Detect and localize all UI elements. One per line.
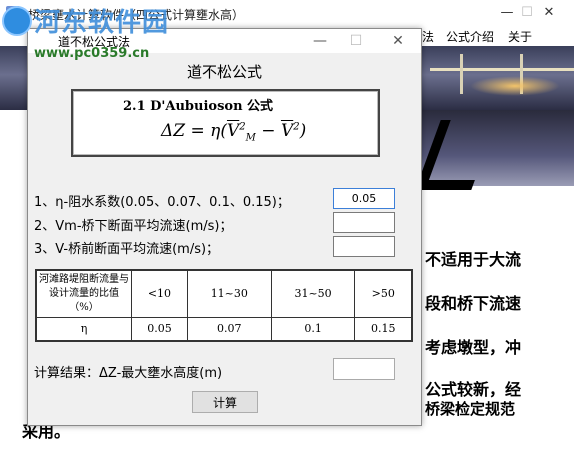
table-row: η 0.05 0.07 0.1 0.15	[35, 316, 413, 342]
formula-sub-m: M	[245, 132, 256, 144]
eta-input[interactable]	[333, 188, 395, 209]
formula-title: 2.1 D'Aubuioson 公式	[123, 99, 274, 114]
v-input[interactable]	[333, 236, 395, 257]
eta-reference-table: 河滩路堤阻断流量与设计流量的比值（%） <10 11~30 31~50 >50 …	[35, 269, 413, 342]
formula-minus: −	[255, 121, 281, 141]
dialog-maximize-button[interactable]: ☐	[346, 31, 366, 51]
formula-square: 2	[239, 121, 246, 133]
param-label-v: 3、V-桥前断面平均流速(m/s)；	[34, 242, 220, 257]
intro-text-line: 考虑墩型，冲	[425, 338, 522, 357]
formula-image: 2.1 D'Aubuioson 公式 ΔZ = η(V2M − V2)	[71, 89, 380, 157]
dialog-close-button[interactable]: ✕	[388, 31, 408, 51]
vm-input[interactable]	[333, 212, 395, 233]
menu-item-about[interactable]: 关于	[508, 28, 532, 45]
city-lights	[470, 76, 560, 96]
intro-text-line: 不适用于大流	[425, 250, 522, 269]
param-label-vm: 2、Vm-桥下断面平均流速(m/s)；	[34, 219, 233, 234]
menu-item-formula-intro[interactable]: 公式介绍	[446, 28, 494, 45]
table-cell: 0.05	[131, 316, 188, 342]
watermark-title: 河东软件园	[34, 8, 170, 38]
table-cell: 0.15	[354, 316, 413, 342]
table-header-label: 河滩路堤阻断流量与设计流量的比值（%）	[35, 269, 132, 318]
table-cell: 0.1	[270, 316, 356, 342]
result-label: 计算结果：ΔZ-最大壅水高度(m)	[34, 366, 223, 381]
formula-vm: V	[226, 121, 240, 141]
result-output	[333, 358, 395, 380]
table-header-cell: >50	[354, 269, 413, 318]
main-maximize-button[interactable]: ☐	[518, 4, 536, 22]
watermark-logo-icon	[2, 6, 32, 36]
table-cell: 0.07	[186, 316, 272, 342]
dialog-heading: 道不松公式	[186, 63, 262, 81]
table-row-label: η	[35, 316, 132, 342]
formula-dialog: 道不松公式法 — ☐ ✕ 道不松公式 2.1 D'Aubuioson 公式 ΔZ…	[27, 28, 422, 426]
param-label-eta: 1、η-阻水系数(0.05、0.07、0.1、0.15)；	[34, 195, 290, 210]
intro-text-line: 公式较新，经	[425, 380, 522, 399]
intro-text-line: 段和桥下流速	[425, 294, 522, 313]
main-minimize-button[interactable]: —	[498, 4, 516, 22]
bridge-deck	[430, 68, 574, 71]
calculate-button[interactable]: 计算	[192, 391, 258, 413]
table-header-cell: 11~30	[186, 269, 272, 318]
formula-equation: ΔZ = η(V2M − V2)	[161, 121, 306, 143]
dialog-minimize-button[interactable]: —	[310, 31, 330, 51]
table-row: 河滩路堤阻断流量与设计流量的比值（%） <10 11~30 31~50 >50	[35, 269, 413, 318]
formula-v: V	[280, 121, 294, 141]
bridge-pillar	[460, 54, 463, 94]
table-header-cell: <10	[131, 269, 188, 318]
watermark-url: www.pc0359.cn	[34, 46, 150, 61]
formula-lhs: ΔZ = η(	[161, 121, 227, 141]
intro-text-line: 桥梁检定规范	[425, 400, 516, 418]
table-header-cell: 31~50	[270, 269, 356, 318]
menu-item-method[interactable]: 法	[422, 28, 434, 45]
formula-rhs: )	[299, 121, 307, 141]
main-close-button[interactable]: ✕	[540, 4, 558, 22]
